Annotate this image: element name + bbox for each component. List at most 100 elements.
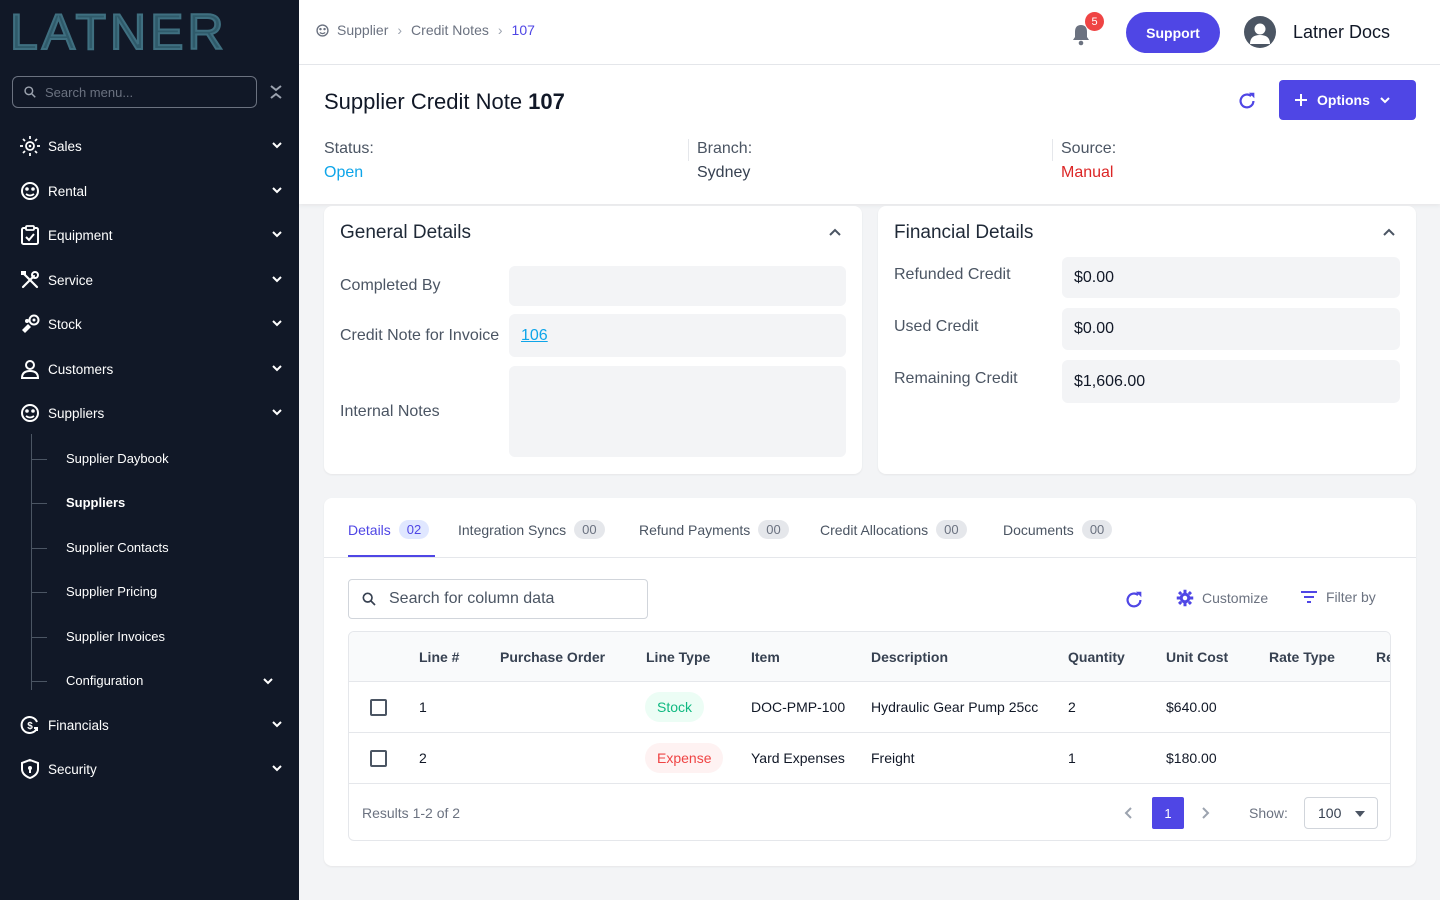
active-tab-indicator [348, 555, 435, 557]
tab-label: Details [348, 521, 391, 538]
tab-credit-allocations[interactable]: Credit Allocations 00 [820, 520, 967, 539]
financial-details-title: Financial Details [894, 222, 1034, 243]
tab-divider [324, 557, 1416, 558]
chevron-right-icon[interactable] [1200, 806, 1210, 820]
tab-details[interactable]: Details 02 [348, 520, 430, 539]
supplier-icon [316, 23, 329, 37]
line-items-table: Line # Purchase Order Line Type Item Des… [348, 631, 1391, 841]
sidebar-item-financials[interactable]: $ Financials [0, 705, 299, 745]
user-name[interactable]: Latner Docs [1293, 22, 1390, 43]
app-logo[interactable]: LATNER [10, 12, 280, 52]
sidebar-item-stock[interactable]: Stock [0, 304, 299, 344]
chevron-left-icon[interactable] [1124, 806, 1134, 820]
details-tabs-card: Details 02 Integration Syncs 00 Refund Pay… [324, 498, 1416, 866]
column-header[interactable]: Line # [419, 649, 459, 665]
submenu-tree-branch [31, 503, 47, 504]
sidebar-item-service[interactable]: Service [0, 260, 299, 300]
column-header[interactable]: Unit Cost [1166, 649, 1228, 665]
chevron-up-icon[interactable] [828, 226, 842, 238]
page-size-label: Show: [1249, 805, 1288, 821]
sidebar-subitem-supplier-daybook[interactable]: Supplier Daybook [66, 451, 169, 466]
cell-unit-cost: $640.00 [1166, 699, 1217, 715]
internal-notes-field[interactable] [509, 366, 846, 457]
row-checkbox[interactable] [370, 699, 387, 716]
table-row[interactable]: 1 Stock DOC-PMP-100 Hydraulic Gear Pump … [349, 682, 1390, 733]
sidebar-item-rental[interactable]: Rental [0, 171, 299, 211]
column-header[interactable]: Description [871, 649, 948, 665]
tab-label: Refund Payments [639, 521, 751, 538]
support-button[interactable]: Support [1126, 12, 1220, 53]
sidebar-item-label: Sales [48, 138, 82, 154]
table-row[interactable]: 2 Expense Yard Expenses Freight 1 $180.0… [349, 733, 1390, 784]
chevron-down-icon [1380, 97, 1390, 104]
cell-item: DOC-PMP-100 [751, 699, 846, 715]
invoice-link[interactable]: 106 [521, 327, 548, 345]
status-value: Open [324, 164, 364, 181]
refunded-credit-value: $0.00 [1062, 257, 1400, 298]
sidebar-item-customers[interactable]: Customers [0, 349, 299, 389]
options-button[interactable]: Options [1279, 80, 1416, 120]
tab-label: Integration Syncs [458, 521, 567, 538]
collapse-sidebar-icon[interactable] [268, 83, 284, 101]
stock-icon [19, 313, 41, 335]
sidebar-item-suppliers[interactable]: Suppliers [0, 393, 299, 433]
column-header[interactable]: Purchase Order [500, 649, 605, 665]
status-label: Status: [324, 140, 374, 157]
avatar[interactable] [1244, 16, 1276, 48]
sidebar-subitem-supplier-contacts[interactable]: Supplier Contacts [66, 540, 169, 555]
chevron-down-icon[interactable] [262, 675, 274, 687]
customers-icon [19, 358, 41, 380]
invoice-field[interactable]: 106 [509, 314, 846, 357]
source-label: Source: [1061, 140, 1117, 157]
table-search[interactable] [348, 579, 648, 619]
page-title-text: Supplier Credit Note [324, 89, 523, 114]
options-label: Options [1317, 92, 1370, 108]
page-size-select[interactable]: 100 [1304, 797, 1378, 829]
breadcrumb-supplier[interactable]: Supplier [337, 22, 388, 38]
equipment-icon [19, 224, 41, 246]
filter-button[interactable]: Filter by [1300, 589, 1376, 605]
sidebar-subitem-suppliers[interactable]: Suppliers [66, 495, 125, 510]
financials-icon: $ [19, 714, 41, 736]
column-header[interactable]: Re [1376, 649, 1390, 665]
menu-search-input[interactable] [45, 84, 245, 100]
row-checkbox[interactable] [370, 750, 387, 767]
column-header[interactable]: Quantity [1068, 649, 1125, 665]
page-number-current[interactable]: 1 [1152, 797, 1184, 829]
submenu-tree-branch [31, 637, 47, 638]
caret-down-icon [1355, 811, 1365, 817]
notification-badge: 5 [1085, 12, 1104, 31]
chevron-up-icon[interactable] [1382, 226, 1396, 238]
sidebar-subitem-configuration[interactable]: Configuration [66, 673, 143, 688]
sidebar-item-security[interactable]: Security [0, 749, 299, 789]
tab-refund-payments[interactable]: Refund Payments 00 [639, 520, 789, 539]
column-header[interactable]: Line Type [646, 649, 710, 665]
branch-field: Branch: Sydney [697, 140, 752, 182]
menu-search[interactable] [12, 76, 257, 108]
table-search-input[interactable] [389, 590, 639, 608]
tab-integration-syncs[interactable]: Integration Syncs 00 [458, 520, 605, 539]
remaining-credit-label: Remaining Credit [894, 370, 1018, 387]
sidebar-item-sales[interactable]: Sales [0, 126, 299, 166]
column-header[interactable]: Item [751, 649, 780, 665]
cell-line: 1 [419, 699, 427, 715]
source-field: Source: Manual [1061, 140, 1116, 182]
customize-label: Customize [1202, 590, 1269, 606]
sales-icon [19, 135, 41, 157]
cell-item: Yard Expenses [751, 750, 845, 766]
sidebar-item-label: Equipment [48, 227, 113, 243]
branch-value: Sydney [697, 164, 751, 181]
column-header[interactable]: Rate Type [1269, 649, 1335, 665]
sidebar-subitem-supplier-pricing[interactable]: Supplier Pricing [66, 584, 157, 599]
sidebar-subitem-supplier-invoices[interactable]: Supplier Invoices [66, 629, 165, 644]
customize-button[interactable]: Customize [1176, 589, 1268, 607]
completed-by-field[interactable] [509, 266, 846, 306]
breadcrumb-credit-notes[interactable]: Credit Notes [411, 22, 489, 38]
line-type-badge: Stock [645, 692, 705, 722]
sidebar-item-label: Financials [48, 717, 109, 733]
sidebar-item-equipment[interactable]: Equipment [0, 215, 299, 255]
refresh-icon[interactable] [1236, 90, 1258, 112]
tab-documents[interactable]: Documents 00 [1003, 520, 1113, 539]
submenu-tree-branch [31, 592, 47, 593]
refresh-icon[interactable] [1123, 589, 1145, 611]
